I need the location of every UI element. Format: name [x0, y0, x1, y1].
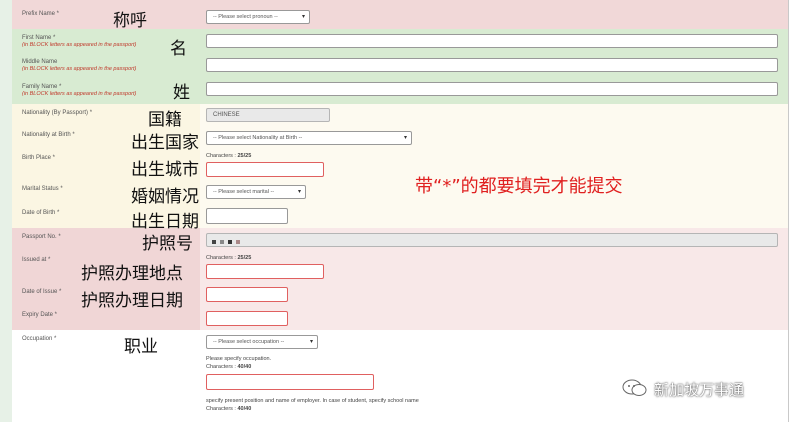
date-of-issue-label: Date of Issue *	[22, 289, 62, 295]
date-of-issue-cn-annotation: 护照办理日期	[81, 291, 183, 311]
prefix-cn-annotation: 称呼	[113, 11, 147, 31]
family-name-cn-annotation: 姓	[173, 83, 190, 103]
occupation-label: Occupation *	[22, 336, 57, 342]
family-name-label: Family Name *	[22, 84, 62, 90]
occupation-detail-field[interactable]	[206, 374, 374, 390]
marital-status-cn-annotation: 婚姻情况	[131, 187, 199, 207]
prefix-select[interactable]: -- Please select pronoun -- ▾	[206, 10, 310, 24]
nationality-at-birth-select[interactable]: -- Please select Nationality at Birth --…	[206, 131, 412, 145]
wechat-icon	[622, 379, 647, 396]
birth-place-chars-value: 25/25	[237, 153, 252, 159]
issued-at-field[interactable]	[206, 264, 324, 279]
first-name-field[interactable]	[206, 34, 778, 48]
passport-number-field	[206, 233, 778, 247]
employer-char-count: Characters : 40/40	[206, 406, 251, 413]
occupation-select[interactable]: -- Please select occupation -- ▾	[206, 335, 318, 349]
passport-masked-value	[212, 238, 244, 244]
passport-number-label: Passport No. *	[22, 234, 61, 240]
issued-at-cn-annotation: 护照办理地点	[81, 264, 183, 284]
family-name-field[interactable]	[206, 82, 778, 96]
middle-name-label: Middle Name	[22, 59, 58, 65]
expiry-date-field[interactable]	[206, 311, 288, 326]
occupation-select-value: -- Please select occupation --	[213, 339, 285, 345]
expiry-date-label: Expiry Date *	[22, 312, 58, 318]
chevron-down-icon: ▾	[297, 189, 301, 195]
required-fields-annotation: 带“*”的都要填完才能提交	[415, 176, 623, 197]
family-name-hint: (in BLOCK letters as appeared in the pas…	[22, 91, 137, 97]
middle-name-hint: (in BLOCK letters as appeared in the pas…	[22, 66, 137, 72]
nationality-at-birth-cn-annotation: 出生国家	[131, 133, 199, 153]
date-of-birth-field[interactable]	[206, 208, 288, 224]
marital-status-label: Marital Status *	[22, 186, 63, 192]
nationality-cn-annotation: 国籍	[148, 110, 182, 130]
nationality-label: Nationality (By Passport) *	[22, 110, 93, 116]
chevron-down-icon: ▾	[309, 339, 313, 345]
chevron-down-icon: ▾	[301, 14, 305, 20]
issued-at-chars-value: 25/25	[237, 255, 252, 261]
nationality-value: CHINESE	[213, 112, 240, 118]
middle-name-field[interactable]	[206, 58, 778, 72]
occupation-char-count: Characters : 40/40	[206, 364, 251, 371]
watermark-text: 新加坡万事通	[654, 381, 745, 399]
birth-place-label: Birth Place *	[22, 155, 56, 161]
prefix-label: Prefix Name *	[22, 11, 60, 17]
issued-at-label: Issued at *	[22, 257, 51, 263]
chevron-down-icon: ▾	[403, 135, 407, 141]
occupation-chars-value: 40/40	[237, 364, 252, 370]
issued-at-chars-label: Characters :	[206, 255, 236, 261]
nationality-at-birth-label: Nationality at Birth *	[22, 132, 75, 138]
scrollbar-track[interactable]	[788, 0, 800, 422]
first-name-cn-annotation: 名	[170, 39, 187, 59]
occupation-note: Please specify occupation.	[206, 356, 272, 362]
marital-status-select-value: -- Please select marital --	[213, 189, 275, 195]
occupation-cn-annotation: 职业	[124, 337, 158, 357]
marital-status-select[interactable]: -- Please select marital -- ▾	[206, 185, 306, 199]
date-of-issue-field[interactable]	[206, 287, 288, 302]
birth-place-field[interactable]	[206, 162, 324, 177]
first-name-hint: (in BLOCK letters as appeared in the pas…	[22, 42, 137, 48]
occupation-chars-label: Characters :	[206, 364, 236, 370]
birth-place-cn-annotation: 出生城市	[131, 160, 199, 180]
birth-place-chars-label: Characters :	[206, 153, 236, 159]
employer-chars-value: 40/40	[237, 406, 252, 412]
first-name-label: First Name *	[22, 35, 56, 41]
nationality-at-birth-select-value: -- Please select Nationality at Birth --	[213, 135, 303, 141]
prefix-select-value: -- Please select pronoun --	[213, 14, 278, 20]
employer-chars-label: Characters :	[206, 406, 236, 412]
nationality-field: CHINESE	[206, 108, 330, 122]
employer-note: specify present position and name of emp…	[206, 398, 419, 404]
date-of-birth-label: Date of Birth *	[22, 210, 60, 216]
birth-place-char-count: Characters : 25/25	[206, 153, 251, 160]
visa-form-page: Prefix Name * 称呼 -- Please select pronou…	[0, 0, 800, 422]
watermark: 新加坡万事通	[622, 376, 792, 400]
passport-number-cn-annotation: 护照号	[142, 234, 193, 254]
issued-at-char-count: Characters : 25/25	[206, 255, 251, 262]
